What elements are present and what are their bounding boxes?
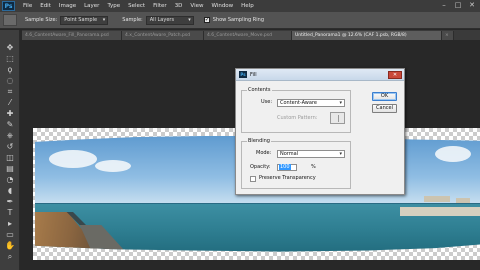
cloud: [435, 146, 471, 162]
menu-type[interactable]: Type: [107, 3, 120, 9]
blending-group: Blending Mode: Normal Opacity: 100 % Pre…: [241, 138, 351, 189]
pen-tool-icon[interactable]: ✒: [3, 196, 17, 207]
move-tool-icon[interactable]: ✥: [3, 42, 17, 53]
photoshop-logo: Ps: [2, 1, 15, 11]
cancel-button[interactable]: Cancel: [372, 104, 397, 113]
menu-file[interactable]: File: [23, 3, 32, 9]
gradient-tool-icon[interactable]: ▤: [3, 163, 17, 174]
quick-select-tool-icon[interactable]: ◌: [3, 75, 17, 86]
zoom-tool-icon[interactable]: ⌕: [3, 251, 17, 262]
tab-untitled-panorama[interactable]: Untitled_Panorama1 @ 12.6% (CAF 1.psb, R…: [292, 31, 442, 40]
brush-tool-icon[interactable]: ✎: [3, 119, 17, 130]
menu-view[interactable]: View: [190, 3, 203, 9]
tab-contentaware-patch[interactable]: 4.x_ContentAware_Patch.psd: [122, 31, 204, 40]
menu-window[interactable]: Window: [211, 3, 233, 9]
document-tabs: 4.6_ContentAware_Fill_Panorama.psd 4.x_C…: [22, 30, 480, 40]
menu-edit[interactable]: Edit: [40, 3, 51, 9]
dialog-titlebar[interactable]: Ps Fill: [236, 69, 404, 81]
preserve-transparency-checkbox[interactable]: [250, 176, 256, 182]
stamp-tool-icon[interactable]: ⎈: [3, 130, 17, 141]
sample-size-label: Sample Size:: [25, 17, 58, 23]
path-select-tool-icon[interactable]: ▸: [3, 218, 17, 229]
eraser-tool-icon[interactable]: ◫: [3, 152, 17, 163]
use-select[interactable]: Content-Aware: [277, 99, 345, 107]
custom-pattern-swatch: [330, 112, 345, 124]
maximize-icon[interactable]: □: [453, 1, 463, 10]
history-brush-tool-icon[interactable]: ↺: [3, 141, 17, 152]
mode-label: Mode:: [256, 150, 272, 156]
opacity-input[interactable]: 100: [277, 164, 297, 171]
tab-contentaware-move[interactable]: 4.6_ContentAware_Move.psd: [204, 31, 292, 40]
menu-layer[interactable]: Layer: [84, 3, 99, 9]
menu-image[interactable]: Image: [59, 3, 76, 9]
mode-select[interactable]: Normal: [277, 150, 345, 158]
sample-size-select[interactable]: Point Sample: [60, 15, 109, 25]
photoshop-icon: Ps: [239, 71, 247, 78]
preserve-transparency-label: Preserve Transparency: [259, 175, 316, 181]
minimize-icon[interactable]: –: [439, 1, 449, 10]
menu-3d[interactable]: 3D: [175, 3, 183, 9]
window-controls: – □ ✕: [439, 1, 477, 10]
use-label: Use:: [261, 99, 273, 105]
cloud: [49, 150, 97, 168]
building: [424, 196, 450, 202]
shape-tool-icon[interactable]: ▭: [3, 229, 17, 240]
blur-tool-icon[interactable]: ◔: [3, 174, 17, 185]
blending-group-label: Blending: [247, 138, 271, 144]
contents-group: Contents Use: Content-Aware Custom Patte…: [241, 87, 351, 133]
opacity-label: Opacity:: [250, 164, 271, 170]
beach-region: [399, 206, 480, 217]
fill-dialog: Ps Fill ✕ Contents Use: Content-Aware Cu…: [235, 68, 405, 195]
tab-close-icon[interactable]: ×: [442, 31, 454, 40]
ok-button[interactable]: OK: [372, 92, 397, 101]
eyedropper-tool-icon[interactable]: ⁄: [3, 97, 17, 108]
dodge-tool-icon[interactable]: ◖: [3, 185, 17, 196]
opacity-value: 100: [279, 164, 291, 170]
crop-tool-icon[interactable]: ⌗: [3, 86, 17, 97]
tools-panel: ✥ ⬚ ϙ ◌ ⌗ ⁄ ✚ ✎ ⎈ ↺ ◫ ▤ ◔ ◖ ✒ T ▸ ▭ ✋ ⌕: [0, 30, 20, 270]
eyedropper-preset-icon[interactable]: [3, 14, 17, 26]
menu-select[interactable]: Select: [128, 3, 145, 9]
menu-bar: Ps File Edit Image Layer Type Select Fil…: [0, 0, 480, 12]
options-bar: Sample Size: Point Sample Sample: All La…: [0, 12, 480, 29]
cloud: [95, 160, 131, 172]
hand-tool-icon[interactable]: ✋: [3, 240, 17, 251]
lasso-tool-icon[interactable]: ϙ: [3, 64, 17, 75]
dialog-title: Fill: [250, 71, 257, 78]
opacity-unit: %: [311, 164, 316, 170]
tab-contentaware-fill-panorama[interactable]: 4.6_ContentAware_Fill_Panorama.psd: [22, 31, 122, 40]
healing-tool-icon[interactable]: ✚: [3, 108, 17, 119]
marquee-tool-icon[interactable]: ⬚: [3, 53, 17, 64]
type-tool-icon[interactable]: T: [3, 207, 17, 218]
building: [456, 198, 470, 203]
menu-help[interactable]: Help: [241, 3, 254, 9]
sample-select[interactable]: All Layers: [145, 15, 194, 25]
custom-pattern-label: Custom Pattern:: [277, 115, 318, 121]
contents-group-label: Contents: [247, 87, 272, 93]
show-sampling-ring-label: Show Sampling Ring: [212, 17, 265, 23]
close-icon[interactable]: ✕: [467, 1, 477, 10]
show-sampling-ring-checkbox[interactable]: [203, 16, 210, 23]
sample-label: Sample:: [122, 17, 143, 23]
menu-filter[interactable]: Filter: [153, 3, 167, 9]
dialog-close-icon[interactable]: ✕: [388, 71, 402, 79]
